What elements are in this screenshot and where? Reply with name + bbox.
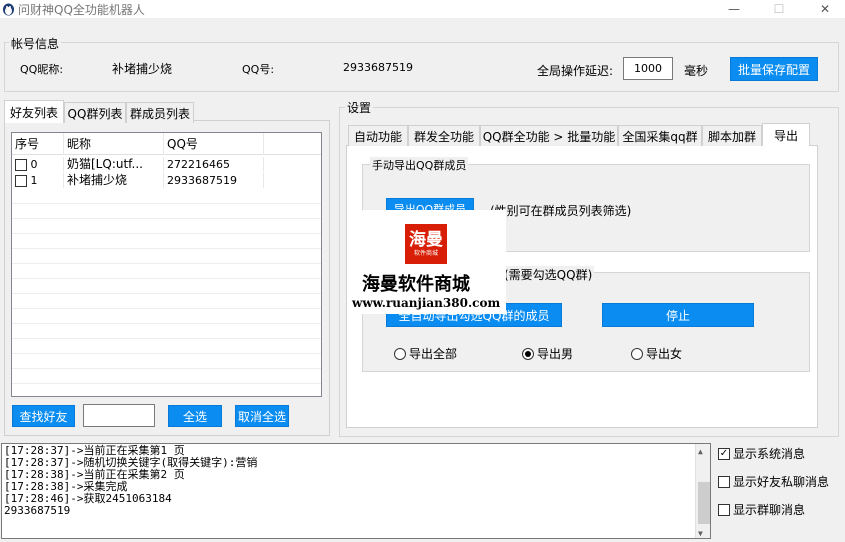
option-label: 显示系统消息 — [733, 447, 806, 461]
row-index: 1 — [30, 174, 38, 187]
friend-table[interactable]: 序号 昵称 QQ号 0 奶猫[LQ:utf... 272216465 1 补堵捕… — [11, 132, 322, 397]
row-nickname: 奶猫[LQ:utf... — [64, 157, 164, 172]
settings-group-title: 设置 — [345, 99, 374, 116]
tab-national-collect[interactable]: 全国采集qq群 — [618, 125, 702, 146]
row-index: 0 — [30, 158, 38, 171]
watermark-logo-text: 海曼 — [409, 230, 443, 250]
delay-unit: 毫秒 — [684, 64, 709, 78]
table-row[interactable]: 1 补堵捕少烧 2933687519 — [12, 173, 321, 188]
account-group-title: 帐号信息 — [9, 35, 62, 52]
tab-mass-send[interactable]: 群发全功能 — [408, 125, 480, 146]
tab-export[interactable]: 导出 — [762, 123, 810, 146]
qq-value: 2933687519 — [343, 61, 413, 74]
checkbox-checked[interactable]: ✓ — [718, 447, 730, 460]
row-checkbox[interactable] — [15, 175, 27, 187]
watermark-url: www.ruanjian380.com — [352, 296, 501, 310]
qq-label: QQ号: — [242, 63, 275, 76]
close-button[interactable]: ✕ — [810, 0, 840, 18]
minimize-button[interactable]: — — [719, 0, 749, 18]
radio-circle[interactable] — [631, 347, 643, 360]
tab-friend-list[interactable]: 好友列表 — [4, 100, 64, 123]
radio-circle[interactable] — [522, 347, 534, 360]
log-scrollbar[interactable]: ▲ ▼ — [695, 444, 710, 538]
log-line: [17:28:46]->获取2451063184 — [4, 492, 172, 505]
header-qq[interactable]: QQ号 — [164, 133, 264, 155]
watermark-logo-sub: 软件商城 — [413, 250, 438, 257]
delay-label: 全局操作延迟: — [537, 64, 614, 78]
header-index[interactable]: 序号 — [12, 133, 64, 155]
scroll-thumb[interactable] — [698, 482, 710, 524]
find-friend-input[interactable] — [83, 404, 155, 427]
option-show-group[interactable]: 显示群聊消息 — [718, 501, 805, 518]
option-show-private[interactable]: 显示好友私聊消息 — [718, 473, 829, 490]
header-nickname[interactable]: 昵称 — [64, 133, 164, 155]
log-textarea[interactable]: [17:28:37]->当前正在采集第1 页 [17:28:37]->随机切换关… — [1, 443, 711, 539]
auto-export-title-suffix: (需要勾选QQ群) — [502, 266, 595, 283]
log-line: 2933687519 — [4, 504, 71, 517]
deselect-all-button[interactable]: 取消全选 — [235, 405, 289, 427]
option-show-system[interactable]: ✓ 显示系统消息 — [718, 445, 805, 462]
manual-export-title: 手动导出QQ群成员 — [370, 157, 469, 173]
nickname-label: QQ昵称: — [20, 63, 64, 76]
scroll-down-icon[interactable]: ▼ — [698, 528, 703, 538]
maximize-button[interactable]: ☐ — [764, 0, 794, 18]
export-hint: (性别可在群成员列表筛选) — [490, 204, 632, 218]
row-nickname: 补堵捕少烧 — [64, 173, 164, 188]
option-label: 显示群聊消息 — [733, 503, 806, 517]
tab-auto-function[interactable]: 自动功能 — [348, 125, 408, 146]
option-label: 显示好友私聊消息 — [733, 475, 830, 489]
row-checkbox[interactable] — [15, 159, 27, 171]
tab-qq-group-list[interactable]: QQ群列表 — [64, 102, 126, 123]
log-lines: [17:28:37]->当前正在采集第1 页 [17:28:37]->随机切换关… — [2, 444, 710, 517]
find-friend-button[interactable]: 查找好友 — [12, 405, 75, 427]
table-row[interactable]: 0 奶猫[LQ:utf... 272216465 — [12, 157, 321, 172]
watermark: 海曼 软件商城 海曼软件商城 www.ruanjian380.com — [348, 210, 506, 314]
checkbox-unchecked[interactable] — [718, 503, 730, 516]
tab-group-member-list[interactable]: 群成员列表 — [126, 102, 194, 123]
save-config-button[interactable]: 批量保存配置 — [730, 57, 818, 81]
title-bar: 问财神QQ全功能机器人 — ☐ ✕ — [0, 0, 845, 18]
tab-group-batch[interactable]: QQ群全功能 > 批量功能 — [480, 125, 618, 146]
radio-label: 导出全部 — [409, 347, 458, 361]
empty-rows — [12, 189, 321, 396]
radio-label: 导出男 — [537, 347, 574, 361]
delay-input[interactable] — [623, 57, 673, 80]
select-all-button[interactable]: 全选 — [168, 405, 222, 427]
radio-label: 导出女 — [646, 347, 683, 361]
auto-export-stop-button[interactable]: 停止 — [602, 303, 754, 327]
row-qq: 272216465 — [164, 157, 264, 172]
window-title: 问财神QQ全功能机器人 — [18, 3, 145, 17]
radio-export-male[interactable]: 导出男 — [522, 345, 573, 362]
watermark-name: 海曼软件商城 — [362, 274, 470, 295]
radio-export-all[interactable]: 导出全部 — [394, 345, 457, 362]
radio-circle[interactable] — [394, 347, 406, 360]
row-qq: 2933687519 — [164, 173, 264, 188]
scroll-up-icon[interactable]: ▲ — [698, 446, 703, 458]
tab-script-join[interactable]: 脚本加群 — [702, 125, 762, 146]
nickname-value: 补堵捕少烧 — [112, 62, 173, 76]
app-icon — [2, 1, 15, 16]
friend-table-header: 序号 昵称 QQ号 — [12, 133, 321, 155]
radio-export-female[interactable]: 导出女 — [631, 345, 682, 362]
watermark-logo: 海曼 软件商城 — [405, 224, 447, 264]
checkbox-unchecked[interactable] — [718, 475, 730, 488]
